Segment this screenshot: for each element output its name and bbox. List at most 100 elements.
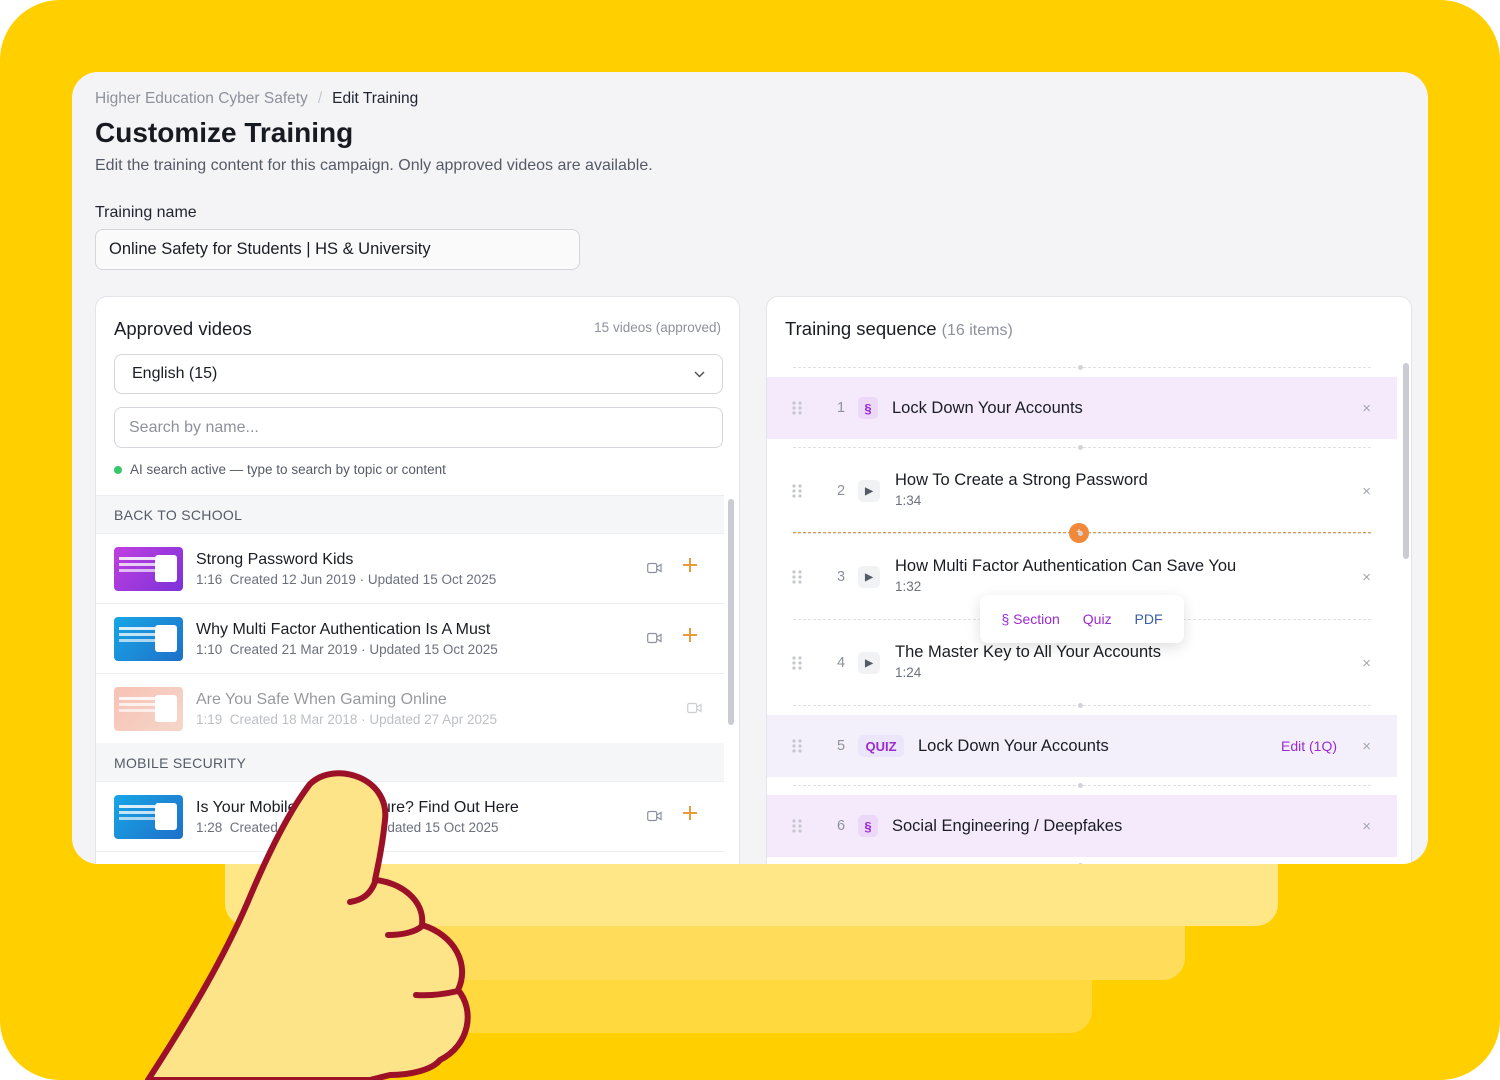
video-search-input[interactable]: [114, 407, 723, 448]
group-header: BACK TO SCHOOL: [96, 496, 724, 534]
edit-quiz-link[interactable]: Edit (1Q): [1281, 738, 1337, 754]
ai-search-status: AI search active — type to search by top…: [114, 462, 446, 477]
breadcrumb-separator: /: [317, 90, 323, 107]
approved-videos-count: 15 videos (approved): [594, 320, 721, 335]
sequence-number: 4: [836, 655, 846, 671]
camera-icon: [687, 702, 702, 714]
training-name-label: Training name: [95, 204, 197, 221]
video-meta: 1:19 Created 18 Mar 2018 · Updated 27 Ap…: [196, 712, 706, 727]
drag-handle-icon[interactable]: [791, 483, 803, 499]
sequence-item-title: The Master Key to All Your Accounts: [895, 643, 1161, 661]
insert-pdf-option[interactable]: PDF: [1135, 611, 1163, 627]
insert-gap[interactable]: [767, 697, 1397, 715]
insert-section-option[interactable]: § Section: [1001, 611, 1059, 627]
language-select[interactable]: English (15): [114, 354, 723, 394]
page-title: Customize Training: [95, 117, 354, 148]
video-duration: 1:19: [196, 711, 223, 727]
video-dates: Created 18 Mar 2018 · Updated 27 Apr 202…: [229, 711, 497, 727]
drag-handle-icon[interactable]: [791, 738, 803, 754]
sequence-number: 3: [836, 569, 846, 585]
sequence-item-duration: 1:32: [895, 579, 922, 594]
sequence-number: 5: [836, 738, 846, 754]
close-icon[interactable]: ×: [1362, 483, 1371, 500]
app-window: Higher Education Cyber Safety / Edit Tra…: [72, 72, 1428, 864]
training-sequence-heading: Training sequence: [785, 318, 937, 339]
sequence-item-title: How Multi Factor Authentication Can Save…: [895, 557, 1237, 575]
insert-plus-icon[interactable]: +: [1069, 523, 1089, 543]
sequence-item-section[interactable]: 6 § Social Engineering / Deepfakes ×: [767, 795, 1397, 857]
insert-gap[interactable]: [767, 857, 1397, 864]
sequence-item-title: Lock Down Your Accounts: [892, 398, 1083, 417]
status-dot-icon: [114, 465, 122, 474]
insert-gap[interactable]: [767, 777, 1397, 795]
video-thumbnail: [114, 616, 183, 661]
yellow-background: Higher Education Cyber Safety / Edit Tra…: [0, 0, 1500, 1080]
video-row[interactable]: Why Multi Factor Authentication Is A Mus…: [96, 604, 724, 674]
insert-quiz-option[interactable]: Quiz: [1083, 611, 1112, 627]
sequence-number: 1: [836, 400, 846, 416]
page-subtitle: Edit the training content for this campa…: [95, 157, 653, 174]
training-sequence-panel: Training sequence (16 items) 1 § Lock Do…: [766, 296, 1412, 864]
section-badge-icon: §: [858, 815, 878, 837]
close-icon[interactable]: ×: [1362, 818, 1371, 835]
camera-icon[interactable]: [647, 632, 662, 644]
drag-handle-icon[interactable]: [791, 818, 803, 834]
insert-gap[interactable]: [767, 359, 1397, 377]
close-icon[interactable]: ×: [1362, 738, 1371, 755]
chevron-down-icon: [694, 367, 705, 381]
sequence-item-title: How To Create a Strong Password: [895, 471, 1148, 489]
sequence-item-section[interactable]: 1 § Lock Down Your Accounts ×: [767, 377, 1397, 439]
plus-icon[interactable]: [678, 624, 702, 648]
camera-icon[interactable]: [647, 562, 662, 574]
video-list-scrollbar[interactable]: [728, 499, 734, 725]
plus-icon[interactable]: [678, 554, 702, 578]
breadcrumb-parent-link[interactable]: Higher Education Cyber Safety: [95, 90, 308, 108]
breadcrumb: Higher Education Cyber Safety / Edit Tra…: [95, 90, 418, 108]
close-icon[interactable]: ×: [1362, 655, 1371, 672]
sequence-item-quiz[interactable]: 5 QUIZ Lock Down Your Accounts Edit (1Q)…: [767, 715, 1397, 777]
drag-handle-icon[interactable]: [791, 569, 803, 585]
section-badge-icon: §: [858, 397, 878, 419]
training-name-input[interactable]: [95, 229, 580, 270]
sequence-item-text: The Master Key to All Your Accounts 1:24: [895, 643, 1161, 680]
video-meta: 1:10 Created 21 Mar 2019 · Updated 15 Oc…: [196, 642, 706, 657]
sequence-item-video[interactable]: 2 ▶ How To Create a Strong Password 1:34…: [767, 457, 1397, 525]
sequence-number: 2: [836, 483, 846, 499]
sequence-scrollbar[interactable]: [1403, 363, 1409, 559]
training-sequence-title: Training sequence (16 items): [785, 318, 1013, 340]
thumbs-up-hand-icon: [145, 770, 471, 1080]
sequence-item-duration: 1:34: [895, 493, 922, 508]
plus-icon[interactable]: [678, 802, 702, 826]
play-icon: ▶: [858, 480, 880, 502]
video-row[interactable]: Strong Password Kids 1:16 Created 12 Jun…: [96, 534, 724, 604]
video-duration: 1:16: [196, 571, 223, 587]
sequence-list[interactable]: 1 § Lock Down Your Accounts × 2 ▶ How To…: [767, 359, 1397, 864]
close-icon[interactable]: ×: [1362, 400, 1371, 417]
play-icon: ▶: [858, 652, 880, 674]
approved-videos-title: Approved videos: [114, 318, 252, 339]
insert-gap-active[interactable]: +: [767, 523, 1397, 543]
camera-icon[interactable]: [647, 810, 662, 822]
sequence-item-text: How Multi Factor Authentication Can Save…: [895, 557, 1236, 594]
drag-handle-icon[interactable]: [791, 655, 803, 671]
language-select-value: English (15): [132, 365, 218, 382]
insert-menu-popover: § Section Quiz PDF: [980, 595, 1184, 643]
insert-indicator-line: [793, 532, 1371, 533]
insert-gap[interactable]: [767, 439, 1397, 457]
video-dates: Created 21 Mar 2019 · Updated 15 Oct 202…: [229, 641, 498, 657]
ai-search-status-text: AI search active — type to search by top…: [130, 462, 446, 477]
sequence-number: 6: [836, 818, 846, 834]
video-thumbnail: [114, 686, 183, 731]
sequence-item-text: How To Create a Strong Password 1:34: [895, 471, 1148, 508]
video-row: Are You Safe When Gaming Online 1:19 Cre…: [96, 674, 724, 744]
quiz-badge: QUIZ: [858, 735, 904, 757]
video-duration: 1:10: [196, 641, 223, 657]
play-icon: ▶: [858, 566, 880, 588]
sequence-item-title: Lock Down Your Accounts: [918, 736, 1109, 755]
sequence-item-title: Social Engineering / Deepfakes: [892, 816, 1123, 835]
training-sequence-count: (16 items): [941, 322, 1013, 339]
close-icon[interactable]: ×: [1362, 569, 1371, 586]
video-dates: Created 12 Jun 2019 · Updated 15 Oct 202…: [229, 571, 497, 587]
drag-handle-icon[interactable]: [791, 400, 803, 416]
video-thumbnail: [114, 546, 183, 591]
